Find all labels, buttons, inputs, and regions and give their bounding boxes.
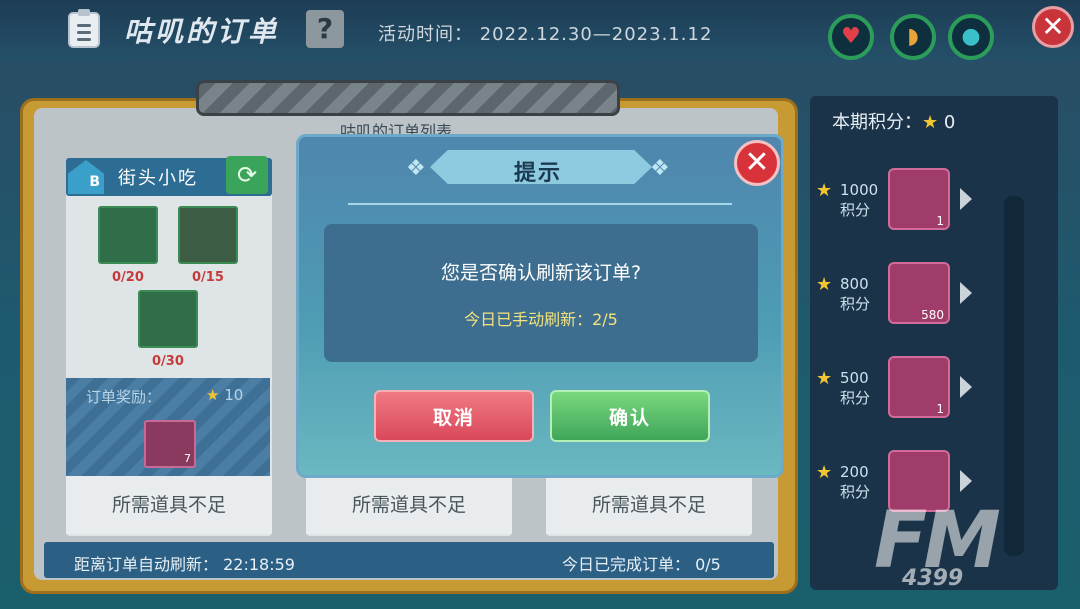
star-icon: ★	[816, 462, 833, 483]
star-icon: ★	[206, 386, 220, 404]
water-drop-icon[interactable]: ●	[948, 14, 994, 60]
auto-refresh-timer: 距离订单自动刷新： 22:18:59	[74, 555, 295, 574]
completed-orders: 今日已完成订单： 0/5	[562, 555, 721, 574]
star-icon: ★	[922, 112, 939, 133]
star-icon: ★	[816, 274, 833, 295]
star-icon: ★	[816, 368, 833, 389]
drumstick-item-icon[interactable]	[138, 290, 198, 348]
score-scrollbar[interactable]	[1004, 196, 1024, 556]
order-name: 街头小吃	[118, 168, 198, 189]
cancel-button[interactable]: 取消	[374, 390, 534, 442]
pie-item-icon[interactable]	[98, 206, 158, 264]
bread-icon[interactable]: ◗	[890, 14, 936, 60]
star-icon: ★	[816, 180, 833, 201]
reward-points: 500 积分	[840, 369, 871, 407]
board-clip	[196, 80, 620, 116]
reward-points: 800 积分	[840, 275, 871, 313]
heart-icon[interactable]: ♥	[828, 14, 874, 60]
clipboard-icon	[68, 9, 100, 48]
reward-points: 200 积分	[840, 463, 871, 501]
refresh-count: 今日已手动刷新：2/5	[464, 310, 618, 329]
reward-label: 订单奖励：	[86, 388, 162, 406]
coin-reward-icon[interactable]: 580	[888, 262, 950, 324]
ornament-icon: ❖	[650, 156, 670, 181]
item-count: 0/20	[112, 270, 144, 285]
dialog-divider	[348, 203, 732, 205]
confirm-button[interactable]: 确认	[550, 390, 710, 442]
insufficient-items-label: 所需道具不足	[66, 476, 272, 534]
close-window-button[interactable]: ✕	[1032, 6, 1074, 48]
watermark-sub: 4399	[902, 566, 964, 591]
help-button[interactable]: ?	[306, 10, 344, 48]
page-title: 咕叽的订单	[124, 15, 280, 48]
cupcake-item-icon[interactable]	[178, 206, 238, 264]
cake-reward-icon[interactable]: 1	[888, 168, 950, 230]
message-box	[324, 224, 758, 362]
close-icon[interactable]: ✕	[734, 140, 780, 186]
ornament-icon: ❖	[406, 156, 426, 181]
dialog-title: 提示	[514, 161, 563, 186]
item-count: 0/30	[152, 354, 184, 369]
dialog-message: 您是否确认刷新该订单?	[440, 262, 642, 284]
score-title: 本期积分：★ 0	[832, 112, 956, 133]
insufficient-items-label: 所需道具不足	[546, 476, 752, 534]
reward-value: ★ 10	[206, 386, 244, 404]
insufficient-items-label: 所需道具不足	[306, 476, 512, 534]
activity-time: 活动时间： 2022.12.30—2023.1.12	[378, 24, 713, 45]
coin-reward-icon[interactable]: 7	[144, 420, 196, 468]
item-count: 0/15	[192, 270, 224, 285]
reward-points: 1000 积分	[840, 181, 879, 219]
bottle-reward-icon[interactable]: 1	[888, 356, 950, 418]
refresh-order-button[interactable]: ⟳	[226, 156, 268, 194]
